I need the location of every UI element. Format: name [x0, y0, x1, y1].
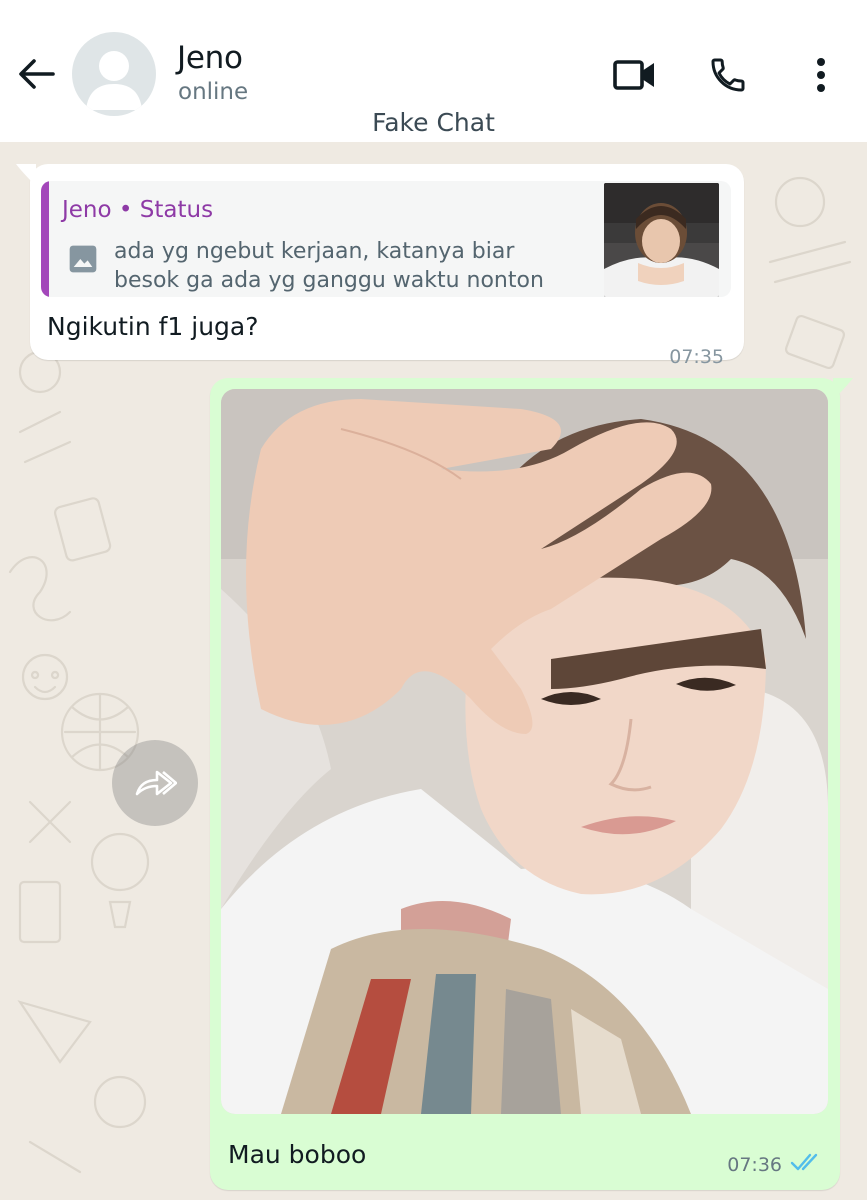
- contact-status: online: [178, 79, 249, 105]
- quote-accent-bar: [41, 181, 49, 297]
- more-vertical-icon: [817, 58, 825, 92]
- chat-header: Jeno online Fake Chat: [0, 0, 867, 142]
- message-text: Ngikutin f1 juga?: [47, 312, 259, 341]
- incoming-message[interactable]: Jeno • Status ada yg ngebut kerjaan, kat…: [16, 164, 744, 368]
- photo-icon: [69, 245, 97, 273]
- watermark-label: Fake Chat: [372, 108, 495, 137]
- forward-icon: [135, 770, 177, 796]
- bubble-tail: [833, 378, 853, 400]
- video-call-button[interactable]: [610, 50, 660, 100]
- video-call-icon: [613, 60, 654, 90]
- more-options-button[interactable]: [796, 50, 846, 100]
- back-arrow-icon: [19, 59, 55, 89]
- photo-attachment[interactable]: [221, 389, 828, 1114]
- quote-author: Jeno • Status: [62, 197, 214, 223]
- outgoing-message[interactable]: Mau boboo 07:36: [210, 378, 853, 1190]
- bubble-tail: [16, 164, 36, 186]
- message-time: 07:35: [669, 346, 724, 368]
- quote-text: ada yg ngebut kerjaan, katanya biar beso…: [114, 239, 544, 293]
- message-text: Mau boboo: [228, 1140, 367, 1169]
- avatar[interactable]: [72, 32, 156, 116]
- quoted-status[interactable]: Jeno • Status ada yg ngebut kerjaan, kat…: [41, 181, 731, 297]
- back-button[interactable]: [14, 52, 58, 96]
- contact-name[interactable]: Jeno: [177, 40, 243, 76]
- message-time: 07:36: [727, 1154, 782, 1176]
- phone-icon: [711, 58, 745, 92]
- forward-button[interactable]: [112, 740, 198, 826]
- avatar-placeholder-icon: [86, 51, 142, 110]
- read-ticks-icon: [790, 1153, 818, 1171]
- chat-area[interactable]: Jeno • Status ada yg ngebut kerjaan, kat…: [0, 142, 867, 1200]
- status-thumbnail: [604, 183, 719, 297]
- voice-call-button[interactable]: [703, 50, 753, 100]
